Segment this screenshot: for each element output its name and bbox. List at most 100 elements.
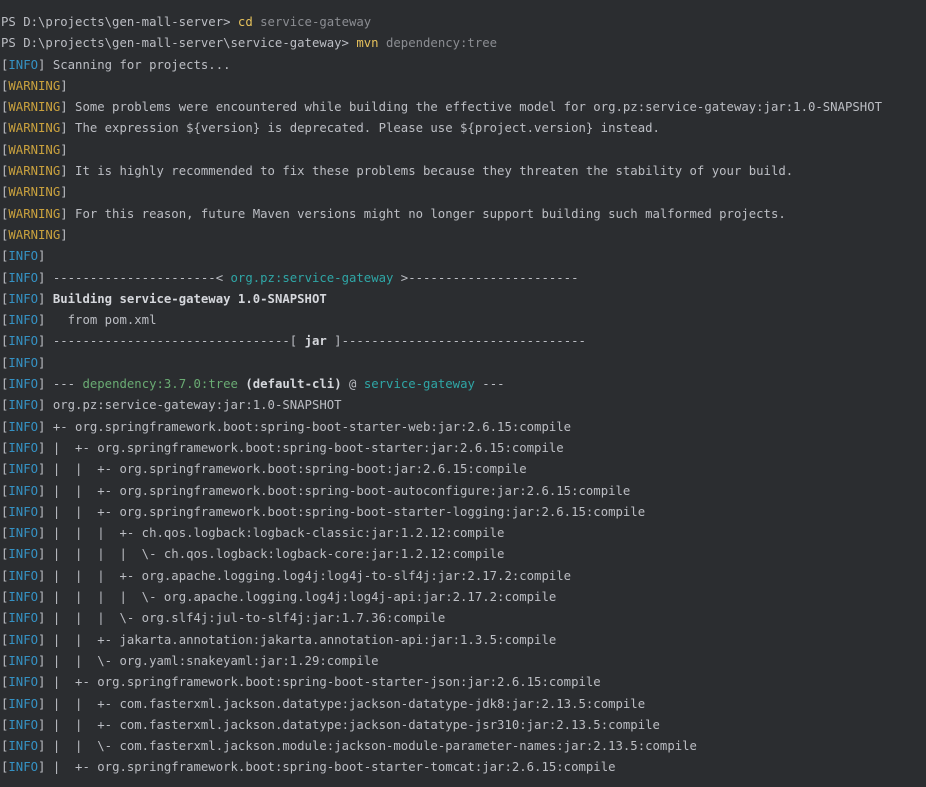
terminal-line: PS D:\projects\gen-mall-server> cd servi… xyxy=(0,12,926,33)
line-text: For this reason, future Maven versions m… xyxy=(67,206,786,221)
line-text: cd xyxy=(237,15,261,29)
terminal-line: [INFO] | | +- org.springframework.boot:s… xyxy=(0,459,926,480)
info-tag: INFO xyxy=(8,398,39,413)
line-text: | | | | \- ch.qos.logback:logback-core:j… xyxy=(45,547,505,562)
terminal-line: [INFO] | | +- jakarta.annotation:jakarta… xyxy=(0,630,926,651)
terminal-line: [WARNING] Some problems were encountered… xyxy=(0,97,926,118)
log-bracket: ] xyxy=(60,206,68,221)
info-tag: INFO xyxy=(8,57,39,72)
line-text: | | | +- ch.qos.logback:logback-classic:… xyxy=(45,526,505,541)
terminal-line: [INFO] --- dependency:3.7.0:tree (defaul… xyxy=(0,374,926,395)
line-text: | | \- com.fasterxml.jackson.module:jack… xyxy=(45,739,697,754)
info-tag: INFO xyxy=(8,249,39,264)
info-tag: INFO xyxy=(8,568,39,583)
terminal-line: [INFO] | +- org.springframework.boot:spr… xyxy=(0,757,926,778)
info-tag: INFO xyxy=(8,419,39,434)
terminal-line: [INFO] | | +- org.springframework.boot:s… xyxy=(0,502,926,523)
terminal-line: [INFO] | | +- com.fasterxml.jackson.data… xyxy=(0,694,926,715)
terminal-line: [INFO] | +- org.springframework.boot:spr… xyxy=(0,672,926,693)
line-text: | | +- com.fasterxml.jackson.datatype:ja… xyxy=(45,717,660,732)
line-text: | | +- org.springframework.boot:spring-b… xyxy=(45,462,527,477)
info-tag: INFO xyxy=(8,504,39,519)
info-tag: INFO xyxy=(8,440,39,455)
terminal-line: [INFO] org.pz:service-gateway:jar:1.0-SN… xyxy=(0,395,926,416)
line-text: | | +- org.springframework.boot:spring-b… xyxy=(45,504,646,519)
line-text: PS D:\projects\gen-mall-server> xyxy=(1,15,238,29)
terminal-line: [INFO] +- org.springframework.boot:sprin… xyxy=(0,417,926,438)
line-text: The expression ${version} is deprecated.… xyxy=(67,121,660,136)
terminal-line: [WARNING] The expression ${version} is d… xyxy=(0,118,926,139)
info-tag: INFO xyxy=(8,377,39,392)
terminal-line: [WARNING] For this reason, future Maven … xyxy=(0,204,926,225)
terminal-line: [WARNING] xyxy=(0,140,926,161)
terminal-line: [WARNING] xyxy=(0,76,926,97)
terminal-output[interactable]: PS D:\projects\gen-mall-server> cd servi… xyxy=(0,0,926,787)
terminal-line: [WARNING] xyxy=(0,182,926,203)
line-text: ]--------------------------------- xyxy=(326,334,586,349)
line-text: | | \- org.yaml:snakeyaml:jar:1.29:compi… xyxy=(45,653,379,668)
log-bracket: ] xyxy=(60,164,68,179)
warning-tag: WARNING xyxy=(8,121,61,136)
warning-tag: WARNING xyxy=(8,78,61,93)
terminal-line: [INFO] xyxy=(0,353,926,374)
info-tag: INFO xyxy=(8,526,39,541)
info-tag: INFO xyxy=(8,717,39,732)
info-tag: INFO xyxy=(8,483,39,498)
terminal-line: [INFO] | | \- com.fasterxml.jackson.modu… xyxy=(0,736,926,757)
info-tag: INFO xyxy=(8,270,39,285)
line-text: dependency:tree xyxy=(386,36,498,51)
line-text: | | +- org.springframework.boot:spring-b… xyxy=(45,483,631,498)
info-tag: INFO xyxy=(8,590,39,605)
log-bracket: ] xyxy=(38,249,46,264)
line-text: | | +- jakarta.annotation:jakarta.annota… xyxy=(45,632,557,647)
line-text: --------------------------------[ xyxy=(45,334,305,349)
warning-tag: WARNING xyxy=(8,206,61,221)
terminal-line: [INFO] --------------------------------[… xyxy=(0,331,926,352)
log-bracket: ] xyxy=(60,185,68,200)
line-text: service-gateway xyxy=(363,377,475,392)
info-tag: INFO xyxy=(8,632,39,647)
terminal-line: [INFO] | | | +- ch.qos.logback:logback-c… xyxy=(0,523,926,544)
line-text: Some problems were encountered while bui… xyxy=(67,100,883,115)
log-bracket: ] xyxy=(60,78,68,93)
warning-tag: WARNING xyxy=(8,100,61,115)
terminal-line: [WARNING] It is highly recommended to fi… xyxy=(0,161,926,182)
terminal-line: [INFO] ----------------------< org.pz:se… xyxy=(0,268,926,289)
line-text: @ xyxy=(341,377,364,392)
line-text: Building service-gateway 1.0-SNAPSHOT xyxy=(45,291,327,306)
line-text: >----------------------- xyxy=(393,270,579,285)
line-text: | +- org.springframework.boot:spring-boo… xyxy=(45,760,616,775)
line-text: service-gateway xyxy=(260,15,372,29)
info-tag: INFO xyxy=(8,675,39,690)
terminal-line: [INFO] | | \- org.yaml:snakeyaml:jar:1.2… xyxy=(0,651,926,672)
log-bracket: ] xyxy=(60,100,68,115)
line-text: Scanning for projects... xyxy=(45,57,231,72)
log-bracket: ] xyxy=(38,355,46,370)
warning-tag: WARNING xyxy=(8,142,61,157)
terminal-line: [INFO] Scanning for projects... xyxy=(0,55,926,76)
line-text: | | | +- org.apache.logging.log4j:log4j-… xyxy=(45,568,572,583)
terminal-line: [INFO] | | +- org.springframework.boot:s… xyxy=(0,481,926,502)
log-bracket: ] xyxy=(60,227,68,242)
line-text: from pom.xml xyxy=(45,313,157,328)
line-text: | | | | \- org.apache.logging.log4j:log4… xyxy=(45,590,557,605)
line-text: --- xyxy=(474,377,505,392)
line-text: jar xyxy=(304,334,327,349)
info-tag: INFO xyxy=(8,313,39,328)
info-tag: INFO xyxy=(8,696,39,711)
line-text: dependency:3.7.0:tree xyxy=(82,377,238,392)
terminal-line: PS D:\projects\gen-mall-server\service-g… xyxy=(0,33,926,54)
info-tag: INFO xyxy=(8,611,39,626)
line-text: +- org.springframework.boot:spring-boot-… xyxy=(45,419,572,434)
line-text: ----------------------< xyxy=(45,270,231,285)
info-tag: INFO xyxy=(8,760,39,775)
terminal-line: [INFO] | | | | \- org.apache.logging.log… xyxy=(0,587,926,608)
terminal-line: [INFO] | | | \- org.slf4j:jul-to-slf4j:j… xyxy=(0,608,926,629)
line-text: | +- org.springframework.boot:spring-boo… xyxy=(45,440,564,455)
info-tag: INFO xyxy=(8,355,39,370)
line-text: (default-cli) xyxy=(237,377,342,392)
log-bracket: ] xyxy=(60,121,68,136)
line-text: PS D:\projects\gen-mall-server\service-g… xyxy=(1,36,357,51)
line-text: It is highly recommended to fix these pr… xyxy=(67,164,794,179)
log-bracket: ] xyxy=(60,142,68,157)
